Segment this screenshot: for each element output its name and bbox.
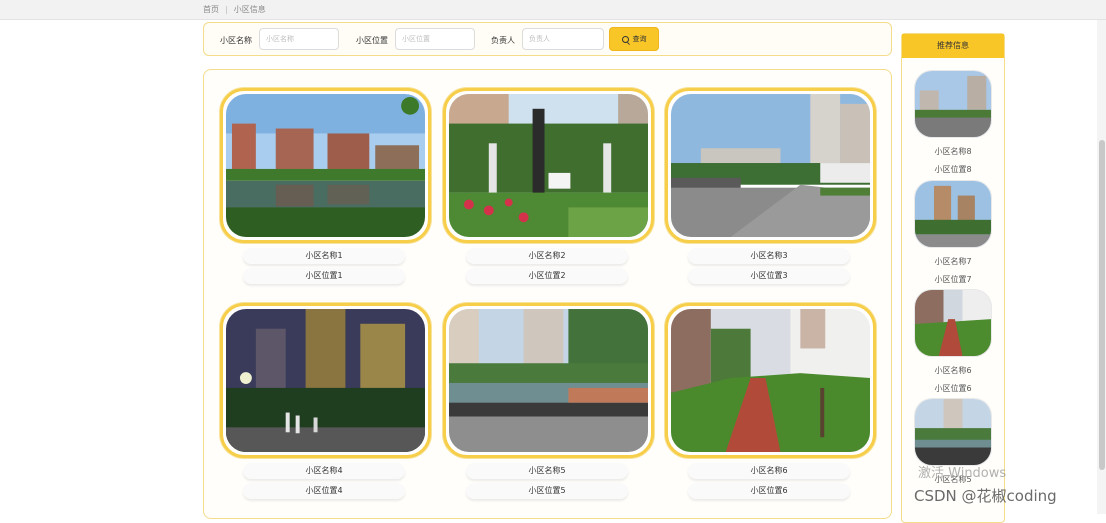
card-location: 小区位置4	[243, 483, 405, 499]
card-name: 小区名称4	[243, 463, 405, 479]
manager-label: 负责人	[491, 36, 515, 45]
card-photo-frame[interactable]	[443, 303, 654, 458]
card-photo-frame[interactable]	[443, 88, 654, 243]
query-button-label: 查询	[632, 35, 647, 43]
breadcrumb-current: 小区信息	[233, 5, 266, 14]
manager-input[interactable]	[522, 28, 604, 50]
recommend-location: 小区位置8	[934, 165, 972, 174]
top-bar: 首页 | 小区信息	[0, 0, 1106, 20]
recommend-location: 小区位置6	[934, 384, 972, 393]
breadcrumb-home-link[interactable]: 首页	[203, 5, 219, 14]
card-location: 小区位置6	[688, 483, 850, 499]
recommend-title: 推荐信息	[902, 34, 1004, 58]
card-photo-frame[interactable]	[220, 88, 431, 243]
community-photo	[449, 309, 648, 452]
card-location: 小区位置3	[688, 268, 850, 284]
name-input[interactable]	[259, 28, 339, 50]
card-photo-frame[interactable]	[665, 88, 876, 243]
recommend-name: 小区名称7	[934, 257, 972, 266]
recommend-photo[interactable]	[914, 180, 992, 248]
location-label: 小区位置	[356, 36, 388, 45]
scrollbar-thumb[interactable]	[1099, 140, 1105, 470]
query-button[interactable]: 查询	[609, 27, 659, 51]
community-photo	[671, 309, 870, 452]
search-bar: 小区名称 小区位置 负责人 查询	[203, 22, 892, 56]
recommend-location: 小区位置7	[934, 275, 972, 284]
card-name: 小区名称5	[466, 463, 628, 479]
recommend-name: 小区名称8	[934, 147, 972, 156]
card-location: 小区位置2	[466, 268, 628, 284]
breadcrumb: 首页 | 小区信息	[203, 4, 266, 15]
card-name: 小区名称1	[243, 248, 405, 264]
location-input[interactable]	[395, 28, 475, 50]
community-photo	[449, 94, 648, 237]
breadcrumb-separator: |	[225, 5, 228, 14]
name-label: 小区名称	[220, 36, 252, 45]
search-icon	[621, 35, 629, 43]
recommend-photo[interactable]	[914, 398, 992, 466]
card-location: 小区位置1	[243, 268, 405, 284]
windows-activation-watermark: 激活 Windows	[918, 466, 1007, 481]
card-location: 小区位置5	[466, 483, 628, 499]
csdn-watermark: CSDN @花椒coding	[914, 487, 1057, 505]
card-photo-frame[interactable]	[220, 303, 431, 458]
community-photo	[226, 309, 425, 452]
recommend-panel: 推荐信息 小区名称8 小区位置8 小区名称7 小区位置7 小区名称6 小区位置6…	[901, 33, 1005, 523]
community-photo	[671, 94, 870, 237]
community-grid: 小区名称1 小区位置1 小区名称2 小区位置2 小区名称3 小区位置3 小区名称…	[203, 69, 892, 519]
recommend-photo[interactable]	[914, 289, 992, 357]
recommend-photo[interactable]	[914, 70, 992, 138]
card-photo-frame[interactable]	[665, 303, 876, 458]
community-photo	[226, 94, 425, 237]
card-name: 小区名称6	[688, 463, 850, 479]
card-name: 小区名称3	[688, 248, 850, 264]
card-name: 小区名称2	[466, 248, 628, 264]
recommend-name: 小区名称6	[934, 366, 972, 375]
